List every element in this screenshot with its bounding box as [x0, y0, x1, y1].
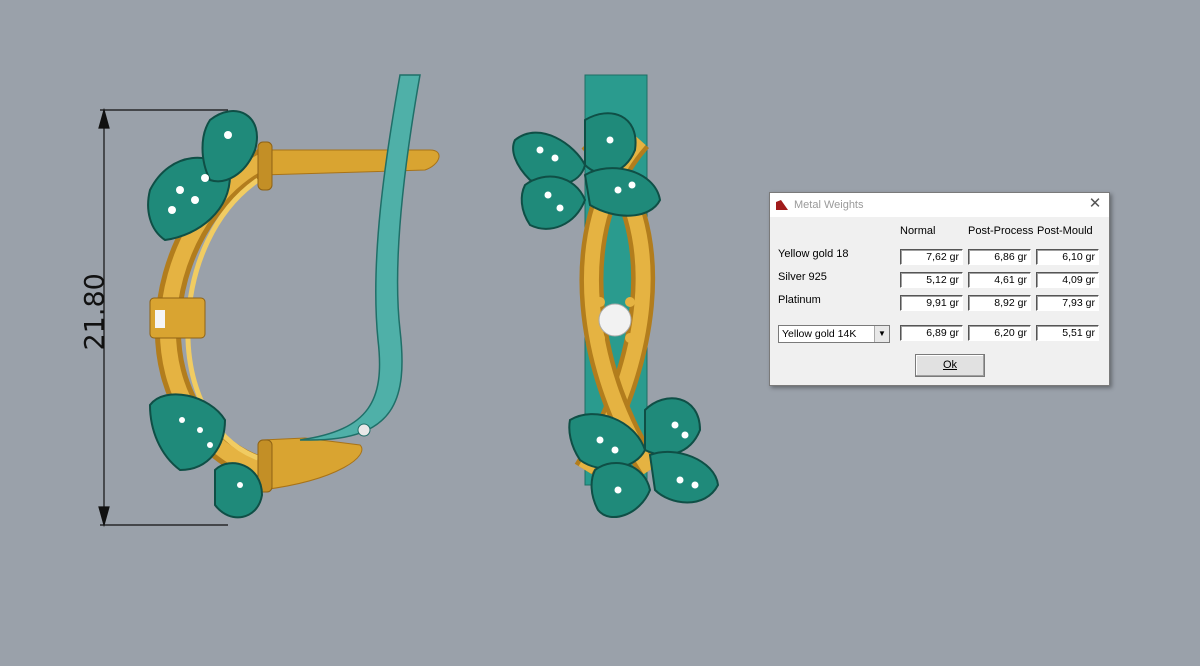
value-field[interactable]: 6,20 gr	[968, 325, 1031, 341]
row-label-silver-925: Silver 925	[778, 271, 827, 283]
ok-button-label: Ok	[942, 359, 958, 371]
value-field[interactable]: 7,93 gr	[1036, 295, 1099, 311]
row-label-platinum: Platinum	[778, 294, 821, 306]
metal-weights-dialog: Metal Weights ✕ Normal Post-Process Post…	[769, 192, 1110, 386]
value-field[interactable]: 7,62 gr	[900, 249, 963, 265]
value-field[interactable]: 6,89 gr	[900, 325, 963, 341]
chevron-down-icon[interactable]: ▼	[874, 326, 889, 342]
app-icon	[776, 200, 788, 210]
dimension-label: 21.80	[79, 273, 111, 351]
value-field[interactable]: 9,91 gr	[900, 295, 963, 311]
metal-select[interactable]: Yellow gold 14K ▼	[778, 325, 890, 343]
value-field[interactable]: 4,61 gr	[968, 272, 1031, 288]
metal-select-value: Yellow gold 14K	[782, 328, 857, 340]
value-field[interactable]: 5,51 gr	[1036, 325, 1099, 341]
column-header-normal: Normal	[900, 225, 936, 237]
row-label-yellow-gold-18: Yellow gold 18	[778, 248, 849, 260]
column-header-post-mould: Post-Mould	[1037, 225, 1093, 237]
value-field[interactable]: 8,92 gr	[968, 295, 1031, 311]
dialog-title: Metal Weights	[794, 199, 864, 211]
value-field[interactable]: 6,86 gr	[968, 249, 1031, 265]
value-field[interactable]: 5,12 gr	[900, 272, 963, 288]
dialog-titlebar[interactable]: Metal Weights ✕	[770, 193, 1109, 217]
column-header-post-process: Post-Process	[968, 225, 1034, 237]
side-view-earring	[147, 74, 440, 519]
value-field[interactable]: 4,09 gr	[1036, 272, 1099, 288]
close-icon[interactable]: ✕	[1087, 196, 1103, 212]
value-field[interactable]: 6,10 gr	[1036, 249, 1099, 265]
front-view-earring	[512, 74, 720, 519]
ok-button[interactable]: Ok	[915, 354, 985, 377]
